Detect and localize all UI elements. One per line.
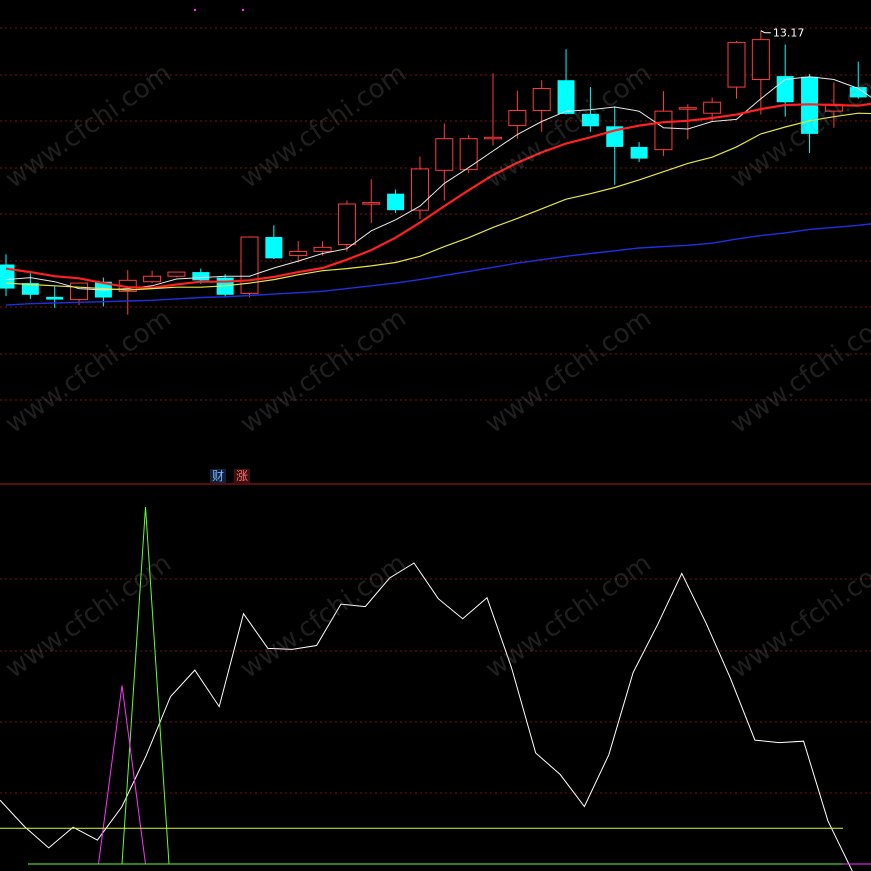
candle-body-down	[581, 113, 599, 127]
candle-body-up	[167, 271, 186, 277]
candle-body-up	[435, 138, 454, 171]
candle-body-up	[459, 138, 478, 171]
candle	[532, 80, 551, 132]
candle	[727, 41, 746, 99]
candle-body-down	[192, 272, 210, 281]
candle	[167, 271, 186, 277]
candle	[484, 73, 502, 146]
candle-body-down	[557, 80, 575, 114]
rise-badge[interactable]: 涨	[234, 469, 251, 483]
moving-average-layer	[5, 76, 871, 306]
candle-body-down	[387, 193, 405, 211]
candle	[0, 254, 15, 297]
ma-mid-line	[5, 102, 871, 290]
oscillator-layer	[0, 506, 871, 871]
candle-body-up	[751, 39, 770, 81]
candle-body-up	[484, 136, 502, 140]
osc-magenta-line	[28, 685, 871, 865]
candle-body-up	[289, 250, 308, 257]
candle-body-down	[46, 296, 64, 300]
candle	[849, 61, 867, 99]
candle	[240, 236, 259, 298]
candle-body-up	[240, 236, 259, 294]
candle-body-down	[265, 237, 283, 259]
high-price-label: 13.17	[773, 27, 805, 40]
candle-body-down	[630, 146, 648, 159]
candle	[118, 270, 137, 315]
candle-body-up	[703, 101, 722, 114]
candle	[143, 270, 162, 284]
candle	[557, 49, 575, 115]
candle-body-up	[70, 282, 89, 301]
candlestick-layer	[0, 30, 867, 315]
candle-body-up	[362, 202, 381, 205]
candle-body-up	[654, 110, 673, 151]
annotation-layer: 13.17	[760, 27, 805, 40]
finance-badge[interactable]: 财	[210, 469, 227, 483]
candle	[630, 142, 648, 163]
candle	[801, 74, 819, 154]
candle-body-up	[508, 109, 527, 127]
high-pointer	[760, 30, 771, 34]
candle-body-up	[313, 246, 332, 252]
top-marker	[241, 8, 245, 12]
candle	[387, 189, 405, 213]
grid-lines	[0, 8, 871, 794]
osc-white-line	[0, 562, 853, 871]
candle	[362, 179, 381, 224]
osc-green-line	[28, 506, 871, 865]
candle-body-up	[678, 107, 697, 110]
candle	[606, 106, 624, 185]
stock-chart: 13.17	[0, 8, 871, 871]
candle-body-up	[143, 275, 162, 283]
candle	[265, 225, 283, 260]
candle-body-up	[337, 203, 356, 246]
candle	[751, 30, 770, 115]
ma-vlong-line	[5, 223, 871, 306]
top-marker	[193, 8, 197, 12]
ma-short-line	[5, 76, 871, 291]
candle	[46, 286, 64, 308]
candle-body-up	[410, 168, 429, 211]
candle-body-up	[727, 41, 746, 88]
candle-body-up	[532, 87, 551, 111]
